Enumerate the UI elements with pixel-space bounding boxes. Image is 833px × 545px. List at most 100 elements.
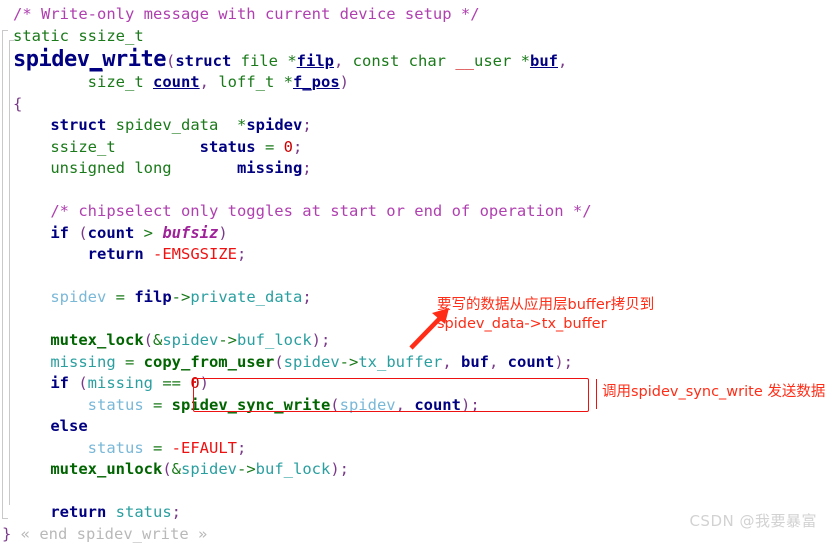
token-assign-4: =: [144, 396, 172, 414]
token-paren-7: );: [554, 353, 573, 371]
code-listing: /* Write-only message with current devic…: [0, 0, 833, 539]
code-line-4: {: [13, 94, 833, 116]
token-comma-2: ,: [558, 52, 567, 70]
token-assign-1: =: [256, 138, 284, 156]
token-user-macro: user: [474, 52, 511, 70]
code-line-11: return -EMSGSIZE;: [13, 244, 833, 266]
literal-zero: 0: [284, 138, 293, 156]
macro-bufsiz: bufsiz: [162, 224, 218, 242]
token-paren-13: );: [330, 460, 349, 478]
var-status-3: status: [106, 503, 171, 521]
var-status-2: status: [13, 439, 144, 457]
var-spidev-5: spidev: [181, 460, 237, 478]
token-else: else: [13, 417, 88, 435]
token-paren-12: (: [162, 460, 171, 478]
token-paren-2: (: [69, 224, 88, 242]
token-comma-5: ,: [489, 353, 508, 371]
var-spidev-decl: spidev: [246, 116, 302, 134]
token-star-1: *: [287, 52, 296, 70]
token-semi-6: ;: [237, 439, 246, 457]
token-paren-open: (: [166, 52, 175, 70]
token-arrow-1: ->: [172, 288, 191, 306]
token-star-2: *: [511, 52, 530, 70]
token-paren-10: (: [330, 396, 339, 414]
token-paren-5: );: [312, 331, 331, 349]
token-arrow-3: ->: [340, 353, 359, 371]
token-struct-2: struct: [13, 116, 106, 134]
var-spidev-3: spidev: [284, 353, 340, 371]
field-private-data: private_data: [190, 288, 302, 306]
code-line-19: else: [13, 416, 833, 438]
fold-guide-inner: [9, 40, 10, 505]
var-missing-1: missing: [13, 353, 116, 371]
annotation-copy-from-user: 要写的数据从应用层buffer拷贝到 spidev_data->tx_buffer: [437, 296, 654, 334]
literal-zero-2: 0: [190, 374, 199, 392]
var-spidev-1: spidev: [13, 288, 106, 306]
comment-header: /* Write-only message with current devic…: [13, 5, 480, 23]
token-arrow-4: ->: [237, 460, 256, 478]
token-arrow-2: ->: [218, 331, 237, 349]
code-line-9: /* chipselect only toggles at start or e…: [13, 201, 833, 223]
token-comma-1: ,: [334, 52, 343, 70]
token-size-t: size_t: [13, 73, 153, 91]
token-user-underscores: __: [455, 52, 474, 70]
code-line-5: struct spidev_data *spidev;: [13, 115, 833, 137]
token-semi-5: ;: [302, 288, 311, 306]
token-semi-4: ;: [237, 245, 246, 263]
token-const-char: const char: [343, 52, 455, 70]
token-semi-7: ;: [172, 503, 181, 521]
token-assign-5: =: [144, 439, 172, 457]
var-status-1: status: [13, 396, 144, 414]
comment-chipselect: /* chipselect only toggles at start or e…: [13, 202, 592, 220]
token-paren-3: ): [218, 224, 227, 242]
field-buf-lock-2: buf_lock: [256, 460, 331, 478]
var-spidev-2: spidev: [162, 331, 218, 349]
token-semi-3: ;: [302, 159, 311, 177]
var-count-2: count: [508, 353, 555, 371]
param-count: count: [153, 73, 200, 91]
field-buf-lock-1: buf_lock: [237, 331, 312, 349]
annotation-copy-line1: 要写的数据从应用层buffer拷贝到: [437, 297, 654, 313]
token-paren-4: (: [144, 331, 153, 349]
token-unsigned-long: unsigned long: [13, 159, 237, 177]
param-buf-use: buf: [461, 353, 489, 371]
token-comma-4: ,: [442, 353, 461, 371]
token-comma-6: ,: [396, 396, 415, 414]
token-amp-2: &: [172, 460, 181, 478]
token-return-2: return: [13, 503, 106, 521]
token-file: file: [231, 52, 287, 70]
token-paren-8: (: [69, 374, 88, 392]
code-line-12: [13, 266, 833, 288]
function-name-spidev-write: spidev_write: [13, 47, 166, 72]
fold-guide-outer-bottom-tick: [2, 518, 8, 519]
code-line-22: [13, 481, 833, 503]
var-count-1: count: [88, 224, 135, 242]
token-paren-11: );: [461, 396, 480, 414]
call-mutex-lock: mutex_lock: [13, 331, 144, 349]
token-paren-close: ): [340, 73, 349, 91]
code-line-20: status = -EFAULT;: [13, 438, 833, 460]
token-struct: struct: [175, 52, 231, 70]
macro-efault: -EFAULT: [172, 439, 237, 457]
code-line-10: if (count > bufsiz): [13, 223, 833, 245]
param-f-pos: f_pos: [293, 73, 340, 91]
macro-emsgsize: -EMSGSIZE: [144, 245, 237, 263]
code-line-1: static ssize_t: [13, 26, 833, 48]
token-semi-2: ;: [293, 138, 302, 156]
token-comma-3: ,: [200, 73, 209, 91]
token-loff-t: loff_t: [209, 73, 284, 91]
code-line-2: spidev_write(struct file *filp, const ch…: [13, 47, 833, 72]
fold-end-marker: « end spidev_write »: [11, 525, 207, 543]
param-filp: filp: [297, 52, 334, 70]
call-copy-from-user: copy_from_user: [144, 353, 275, 371]
token-star-3: *: [284, 73, 293, 91]
token-semi-1: ;: [302, 116, 311, 134]
annotation-copy-line2: spidev_data->tx_buffer: [437, 316, 607, 332]
var-missing-decl: missing: [237, 159, 302, 177]
token-eq: ==: [153, 374, 190, 392]
code-line-8: [13, 180, 833, 202]
code-lines: /* Write-only message with current devic…: [13, 4, 833, 545]
token-if-1: if: [13, 224, 69, 242]
call-spidev-sync-write: spidev_sync_write: [172, 396, 331, 414]
token-assign-3: =: [116, 353, 144, 371]
